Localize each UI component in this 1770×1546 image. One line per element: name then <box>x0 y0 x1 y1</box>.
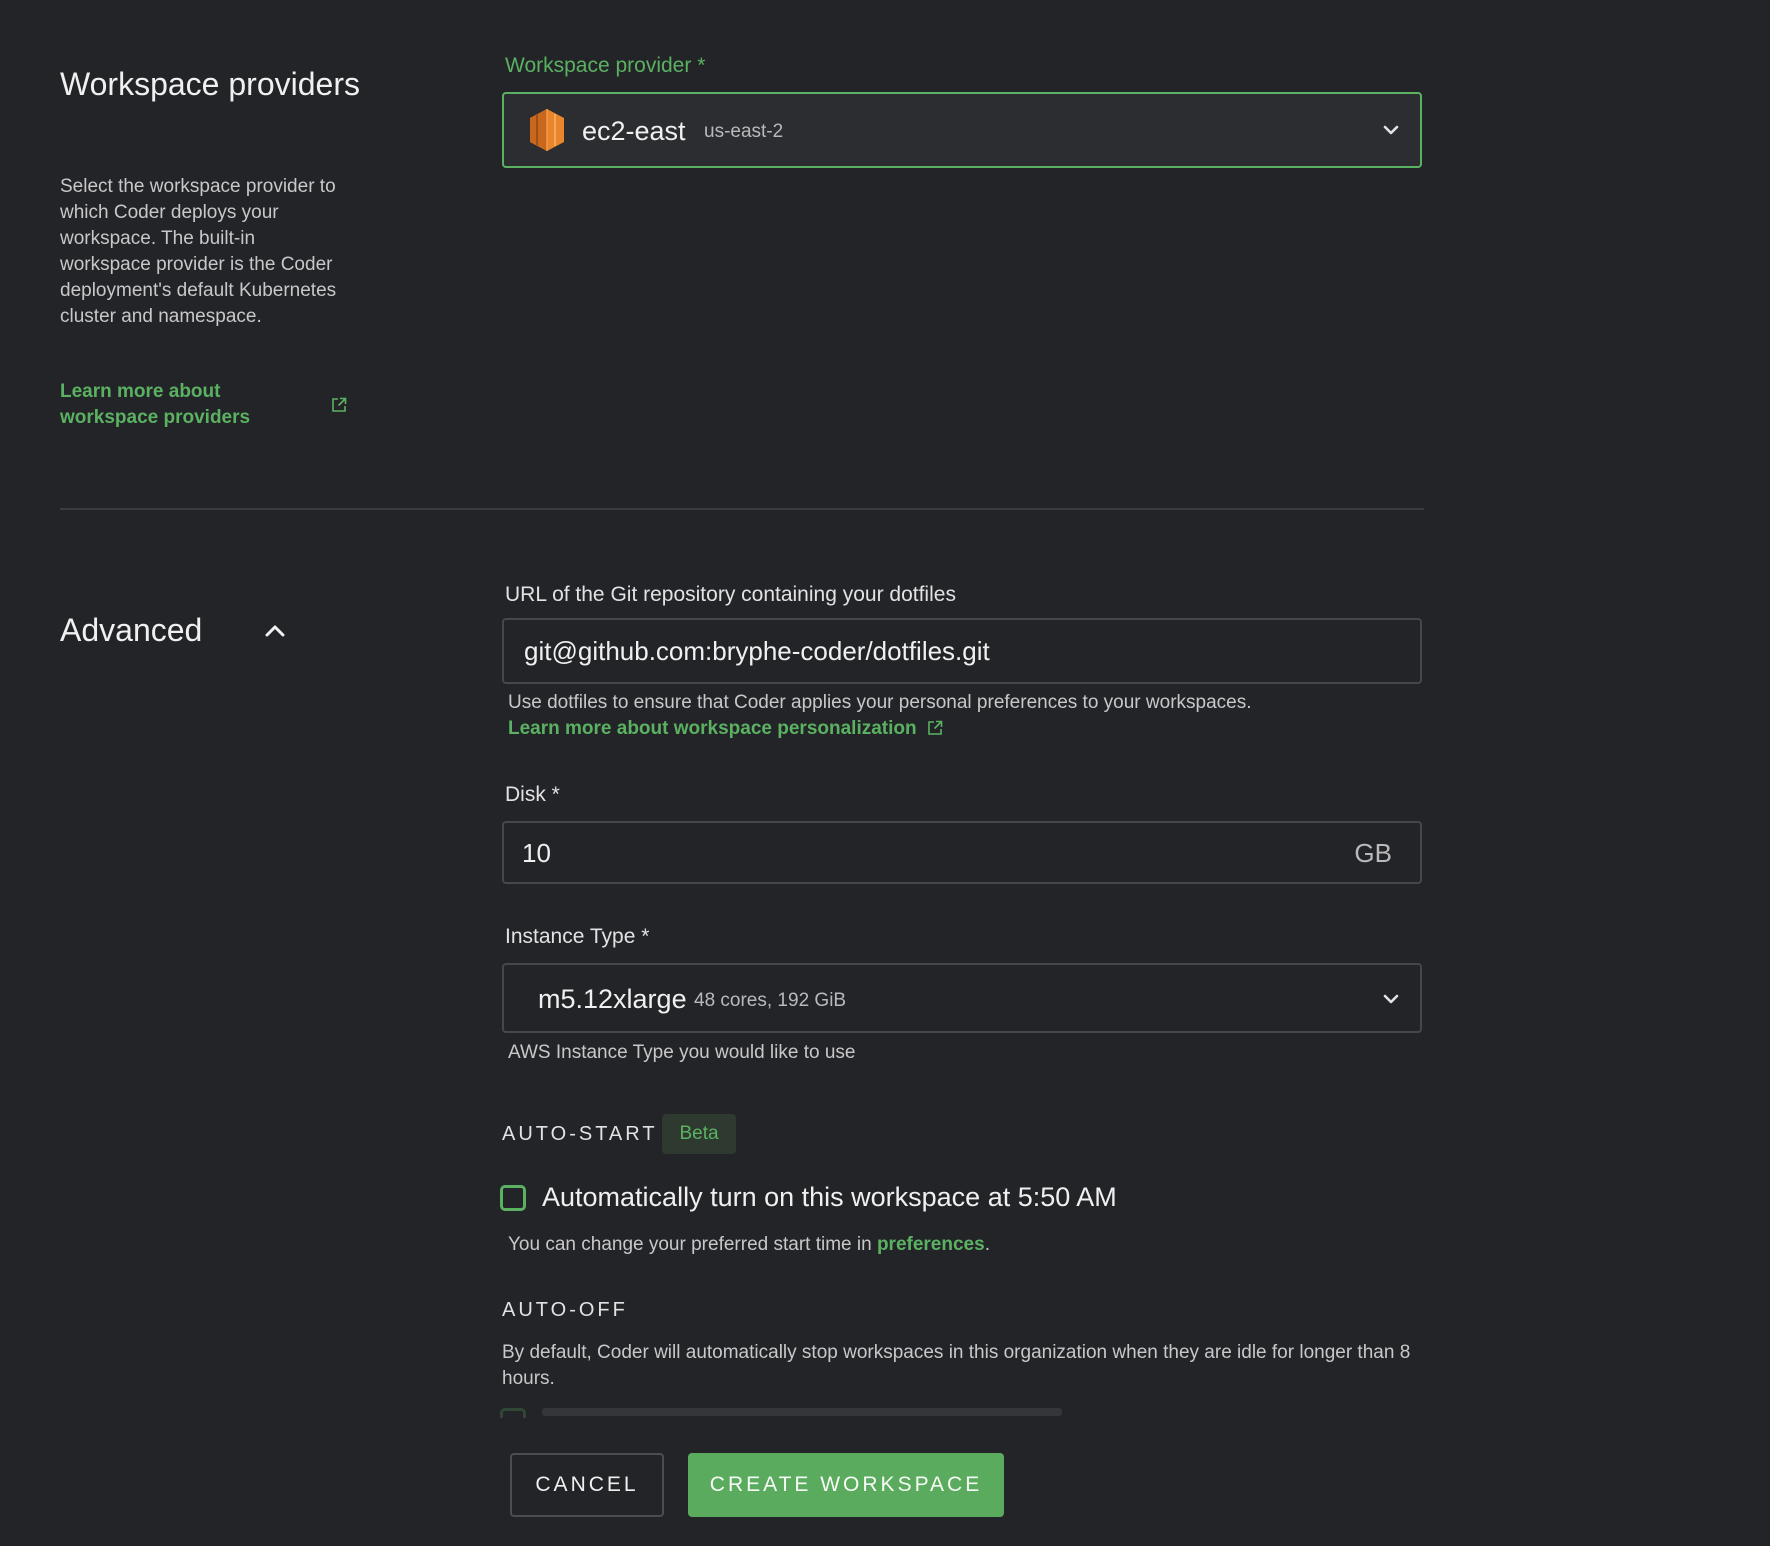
cancel-button[interactable]: CANCEL <box>510 1453 664 1517</box>
learn-more-personalization-label: Learn more about workspace personalizati… <box>508 718 917 739</box>
learn-more-personalization-link[interactable]: Learn more about workspace personalizati… <box>508 716 943 742</box>
learn-more-workspace-providers-label: Learn more about workspace providers <box>60 381 251 428</box>
auto-off-caption: AUTO-OFF <box>502 1299 628 1321</box>
preferences-link[interactable]: preferences <box>877 1234 985 1255</box>
instance-type-helper-text: AWS Instance Type you would like to use <box>508 1042 856 1063</box>
disk-size-value: 10 <box>522 838 551 868</box>
provider-name: ec2-east <box>582 116 686 146</box>
learn-more-workspace-providers-link[interactable]: Learn more about workspace providers <box>60 379 350 431</box>
chevron-up-icon <box>265 625 285 637</box>
workspace-provider-label: Workspace provider * <box>505 54 706 77</box>
beta-badge: Beta <box>662 1114 736 1154</box>
auto-start-caption: AUTO-START <box>502 1123 658 1145</box>
provider-region: us-east-2 <box>704 121 784 142</box>
auto-off-checkbox <box>500 1408 526 1418</box>
disk-label: Disk * <box>505 783 560 806</box>
auto-start-checkbox[interactable] <box>500 1185 526 1211</box>
advanced-toggle[interactable]: Advanced <box>60 608 300 652</box>
auto-off-description: By default, Coder will automatically sto… <box>502 1342 1411 1389</box>
instance-type-value: m5.12xlarge <box>538 984 687 1014</box>
chevron-down-icon <box>1383 125 1399 135</box>
workspace-provider-select[interactable]: ec2-east us-east-2 <box>502 92 1422 168</box>
section-divider <box>60 508 1424 510</box>
auto-start-checkbox-label[interactable]: Automatically turn on this workspace at … <box>542 1179 1117 1215</box>
external-link-icon <box>927 720 942 735</box>
auto-start-helper-suffix: . <box>984 1234 990 1255</box>
create-workspace-button[interactable]: CREATE WORKSPACE <box>688 1453 1004 1517</box>
auto-off-checkbox-row-clipped <box>500 1408 1420 1418</box>
instance-type-label: Instance Type * <box>505 925 650 948</box>
workspace-providers-title: Workspace providers <box>60 66 360 102</box>
auto-off-checkbox-label-placeholder <box>542 1408 1062 1416</box>
create-workspace-form: Workspace providers Select the workspace… <box>0 0 1770 1546</box>
dotfiles-helper-text: Use dotfiles to ensure that Coder applie… <box>508 692 1252 713</box>
external-link-icon <box>332 397 347 412</box>
instance-type-select[interactable]: m5.12xlarge 48 cores, 192 GiB <box>502 963 1422 1033</box>
disk-size-unit: GB <box>1354 838 1392 868</box>
workspace-providers-description: Select the workspace provider to which C… <box>60 176 337 327</box>
dotfiles-url-input[interactable] <box>502 618 1422 684</box>
auto-start-helper-prefix: You can change your preferred start time… <box>508 1234 877 1255</box>
chevron-down-icon <box>1383 994 1399 1004</box>
advanced-title: Advanced <box>60 612 203 648</box>
auto-start-helper-text: You can change your preferred start time… <box>508 1232 990 1258</box>
aws-icon <box>530 109 564 151</box>
dotfiles-label: URL of the Git repository containing you… <box>505 583 956 606</box>
instance-type-spec: 48 cores, 192 GiB <box>694 990 847 1011</box>
disk-size-input[interactable]: 10 GB <box>502 821 1422 884</box>
